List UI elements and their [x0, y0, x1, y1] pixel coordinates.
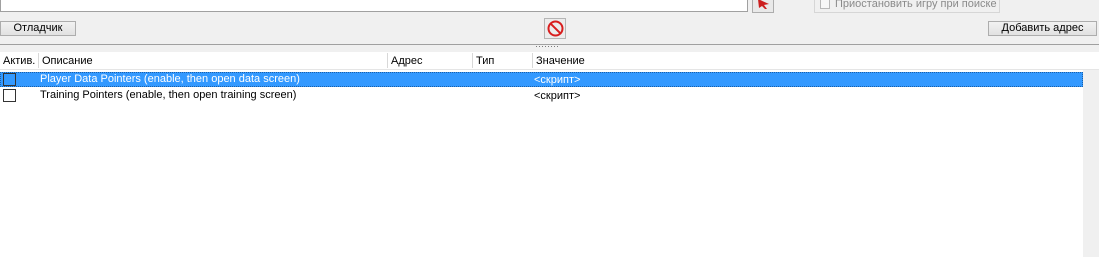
row-description: Player Data Pointers (enable, then open …: [40, 73, 300, 85]
no-entry-icon: [547, 20, 564, 37]
table-row[interactable]: Training Pointers (enable, then open tra…: [0, 88, 1083, 103]
cheat-table-window: Приостановить игру при поиске Отладчик Д…: [0, 0, 1099, 257]
pause-game-checkbox-box[interactable]: [820, 0, 830, 9]
address-list-header: Актив. Описание Адрес Тип Значение: [0, 52, 1099, 70]
pointer-arrow-icon: [758, 0, 769, 9]
pause-game-checkbox[interactable]: Приостановить игру при поиске: [820, 0, 997, 11]
vertical-scrollbar[interactable]: [1083, 70, 1099, 257]
panel-splitter[interactable]: [0, 44, 1099, 50]
scan-value-input[interactable]: [0, 0, 748, 12]
active-checkbox[interactable]: [3, 89, 16, 102]
clear-list-button[interactable]: [544, 18, 566, 39]
active-checkbox[interactable]: [3, 73, 16, 86]
column-header-description[interactable]: Описание: [39, 52, 387, 70]
splitter-grip[interactable]: [536, 46, 558, 48]
scan-toolbar: Приостановить игру при поиске Отладчик Д…: [0, 0, 1099, 46]
address-list: Актив. Описание Адрес Тип Значение Playe…: [0, 52, 1099, 257]
column-header-address[interactable]: Адрес: [388, 52, 472, 70]
add-address-button[interactable]: Добавить адрес: [988, 21, 1097, 36]
column-header-active[interactable]: Актив.: [0, 52, 38, 70]
pointer-scan-button[interactable]: [752, 0, 774, 13]
row-value[interactable]: <скрипт>: [534, 88, 580, 103]
row-description: Training Pointers (enable, then open tra…: [40, 89, 297, 101]
row-value[interactable]: <скрипт>: [534, 72, 580, 87]
debugger-button[interactable]: Отладчик: [0, 21, 76, 36]
column-header-value[interactable]: Значение: [533, 52, 733, 70]
table-row[interactable]: Player Data Pointers (enable, then open …: [0, 72, 1083, 87]
pause-game-label: Приостановить игру при поиске: [835, 0, 997, 10]
column-header-type[interactable]: Тип: [473, 52, 532, 70]
